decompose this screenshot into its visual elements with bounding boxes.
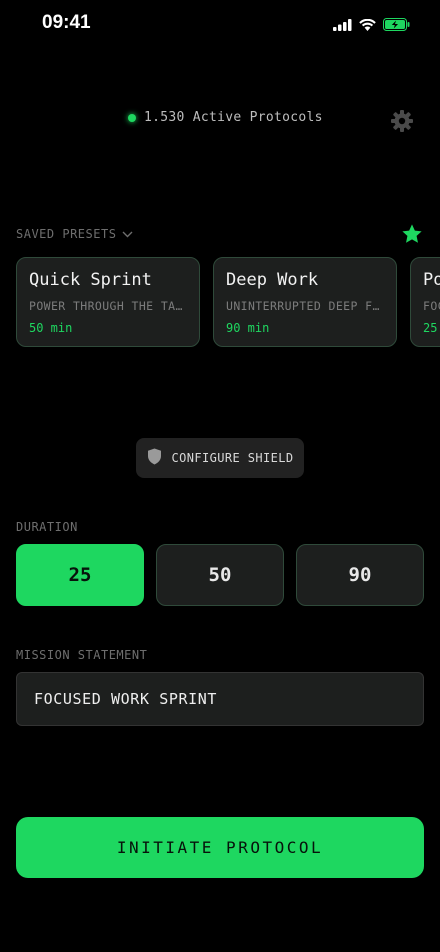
chevron-down-icon	[122, 227, 133, 241]
preset-duration: 25	[423, 321, 438, 335]
active-protocols-count: 1.530 Active Protocols	[144, 110, 323, 125]
preset-title: Deep Work	[226, 270, 319, 290]
shield-icon	[147, 448, 162, 468]
duration-option-50[interactable]: 50	[156, 544, 284, 606]
preset-card[interactable]: Quick Sprint POWER THROUGH THE TASKS 50 …	[16, 257, 200, 347]
preset-card[interactable]: Po FOC 25	[410, 257, 440, 347]
initiate-protocol-button[interactable]: INITIATE PROTOCOL	[16, 817, 424, 878]
presets-carousel[interactable]: Quick Sprint POWER THROUGH THE TASKS 50 …	[16, 257, 440, 349]
star-icon[interactable]	[401, 223, 423, 249]
battery-icon	[383, 16, 410, 35]
preset-title: Quick Sprint	[29, 270, 152, 290]
preset-title: Po	[423, 270, 440, 290]
saved-presets-label: SAVED PRESETS	[16, 227, 117, 241]
mission-statement-input[interactable]	[16, 672, 424, 726]
gear-icon[interactable]	[390, 109, 414, 137]
duration-option-90[interactable]: 90	[296, 544, 424, 606]
duration-label: DURATION	[16, 520, 78, 534]
configure-shield-label: CONFIGURE SHIELD	[171, 451, 294, 465]
configure-shield-button[interactable]: CONFIGURE SHIELD	[136, 438, 304, 478]
status-bar: 09:41	[0, 0, 440, 50]
status-icons	[333, 16, 410, 35]
mission-statement-label: MISSION STATEMENT	[16, 648, 148, 662]
duration-option-25[interactable]: 25	[16, 544, 144, 606]
preset-card[interactable]: Deep Work UNINTERRUPTED DEEP FOCUS 90 mi…	[213, 257, 397, 347]
preset-description: POWER THROUGH THE TASKS	[29, 299, 187, 313]
status-time: 09:41	[42, 12, 91, 33]
active-indicator-dot	[128, 113, 136, 122]
preset-description: UNINTERRUPTED DEEP FOCUS	[226, 299, 384, 313]
saved-presets-dropdown[interactable]: SAVED PRESETS	[16, 227, 133, 241]
active-protocols-row: 1.530 Active Protocols	[0, 110, 440, 132]
signal-icon	[333, 16, 352, 35]
duration-options: 25 50 90	[16, 544, 424, 606]
preset-duration: 50 min	[29, 321, 73, 335]
preset-duration: 90 min	[226, 321, 270, 335]
wifi-icon	[359, 16, 376, 35]
preset-description: FOC	[423, 299, 440, 313]
